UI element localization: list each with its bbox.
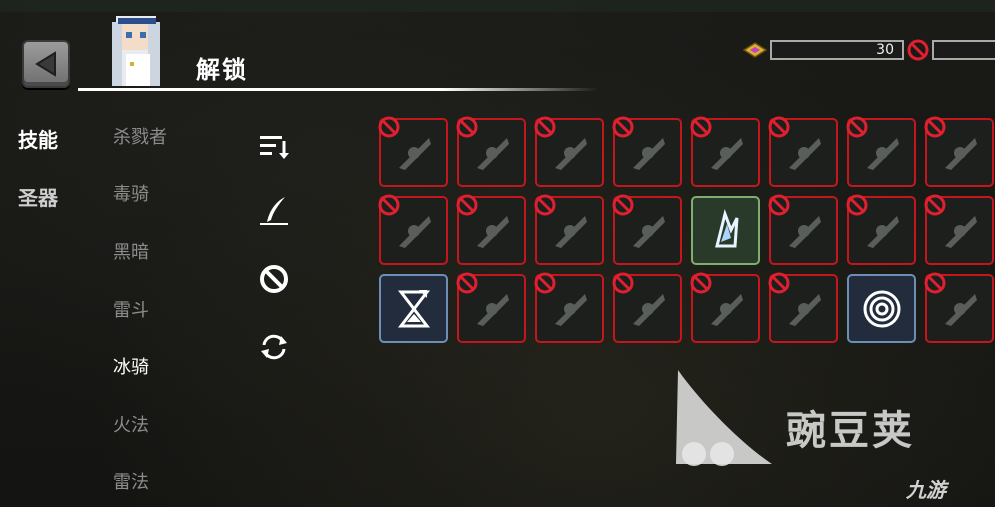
skill-slot[interactable] bbox=[534, 194, 604, 265]
hourglass-icon bbox=[397, 289, 430, 327]
tab-skills[interactable]: 技能 bbox=[18, 124, 58, 153]
sort-button[interactable] bbox=[256, 128, 292, 164]
ban-value: 22 bbox=[932, 40, 995, 60]
skill-slot[interactable] bbox=[847, 274, 916, 343]
ban-icon bbox=[924, 272, 946, 294]
skill-slot[interactable] bbox=[456, 272, 526, 343]
page-title: 解锁 bbox=[196, 56, 248, 84]
skill-slot[interactable] bbox=[924, 194, 994, 265]
skill-slot[interactable] bbox=[690, 272, 760, 343]
ban-icon bbox=[534, 272, 556, 294]
ban-icon bbox=[690, 272, 712, 294]
skill-slot[interactable] bbox=[924, 272, 994, 343]
ban-icon bbox=[768, 272, 790, 294]
ban-icon bbox=[924, 194, 946, 216]
tab-relics[interactable]: 圣器 bbox=[18, 182, 58, 211]
skill-slot[interactable] bbox=[768, 116, 838, 187]
skill-slot[interactable] bbox=[534, 272, 604, 343]
ban-icon bbox=[456, 116, 478, 138]
back-arrow-icon bbox=[35, 51, 56, 77]
quill-icon bbox=[260, 197, 288, 225]
title-underline bbox=[78, 88, 598, 91]
skill-slot[interactable] bbox=[768, 272, 838, 343]
ban-icon bbox=[378, 194, 400, 216]
watermark-corner: 九游 bbox=[906, 478, 946, 502]
ban-icon bbox=[612, 194, 634, 216]
ban-icon bbox=[846, 194, 868, 216]
ban-icon bbox=[690, 116, 712, 138]
skill-slot[interactable] bbox=[846, 194, 916, 265]
gem-icon bbox=[742, 42, 768, 58]
ban-icon bbox=[534, 194, 556, 216]
ban-icon bbox=[846, 116, 868, 138]
skill-slot[interactable] bbox=[612, 272, 682, 343]
skill-slot[interactable] bbox=[456, 116, 526, 187]
watermark-brand: 豌豆荚 bbox=[786, 408, 915, 454]
skill-slot[interactable] bbox=[379, 274, 448, 343]
skill-slot[interactable] bbox=[456, 194, 526, 265]
class-item[interactable]: 雷法 bbox=[113, 468, 149, 494]
character-avatar bbox=[112, 16, 160, 86]
ban-icon bbox=[534, 116, 556, 138]
ban-icon bbox=[924, 116, 946, 138]
skill-slot[interactable] bbox=[691, 196, 760, 265]
class-item-selected[interactable]: 冰骑 bbox=[113, 353, 149, 379]
gem-value: 30 bbox=[770, 40, 904, 60]
class-item[interactable]: 毒骑 bbox=[113, 180, 149, 206]
skill-slot[interactable] bbox=[534, 116, 604, 187]
ban-icon bbox=[612, 272, 634, 294]
back-button[interactable] bbox=[22, 40, 70, 88]
ban-icon bbox=[378, 116, 400, 138]
skill-slot[interactable] bbox=[924, 116, 994, 187]
ban-icon bbox=[456, 272, 478, 294]
skill-slot[interactable] bbox=[612, 116, 682, 187]
gem-counter: 30 bbox=[742, 40, 904, 60]
ban-icon bbox=[907, 39, 929, 61]
ice-shard-icon bbox=[714, 208, 738, 247]
ban-icon bbox=[260, 265, 288, 293]
skill-slot[interactable] bbox=[690, 116, 760, 187]
top-bar bbox=[0, 0, 995, 12]
ban-icon bbox=[768, 194, 790, 216]
quill-button[interactable] bbox=[256, 193, 292, 229]
skill-slot[interactable] bbox=[768, 194, 838, 265]
class-item[interactable]: 火法 bbox=[113, 411, 149, 437]
refresh-icon bbox=[261, 334, 287, 360]
ban-icon bbox=[456, 194, 478, 216]
sort-icon bbox=[260, 136, 289, 159]
skill-slot[interactable] bbox=[378, 194, 448, 265]
refresh-button[interactable] bbox=[256, 329, 292, 365]
skill-slot[interactable] bbox=[612, 194, 682, 265]
class-item[interactable]: 黑暗 bbox=[113, 238, 149, 264]
skill-slot[interactable] bbox=[378, 116, 448, 187]
ban-icon bbox=[768, 116, 790, 138]
ban-filter-button[interactable] bbox=[256, 261, 292, 297]
spiral-icon bbox=[863, 290, 900, 327]
skill-grid bbox=[378, 116, 995, 344]
class-item[interactable]: 杀戮者 bbox=[113, 123, 167, 149]
ban-counter: 22 bbox=[906, 39, 995, 61]
ban-icon bbox=[612, 116, 634, 138]
skill-slot[interactable] bbox=[846, 116, 916, 187]
class-item[interactable]: 雷斗 bbox=[113, 296, 149, 322]
